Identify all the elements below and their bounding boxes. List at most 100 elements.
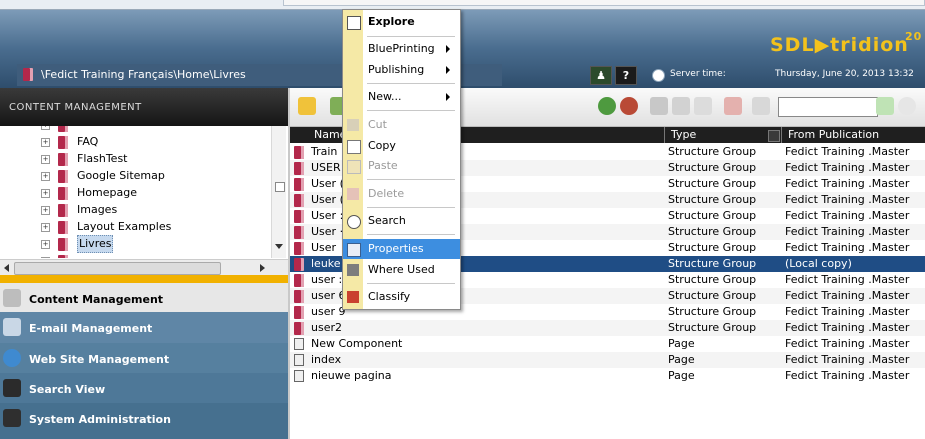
row-from: Fedict Training .Master [785, 369, 910, 382]
tree-node-label[interactable]: FAQ [77, 134, 98, 150]
section-title-bar: CONTENT MANAGEMENT [0, 88, 288, 126]
search-icon[interactable] [898, 97, 916, 115]
structure-group-icon [58, 221, 68, 234]
paste-icon[interactable] [694, 97, 712, 115]
menu-item-properties[interactable]: Properties [343, 239, 460, 259]
row-name: Train [311, 145, 338, 158]
row-from: Fedict Training .Master [785, 305, 910, 318]
delete-icon[interactable] [724, 97, 742, 115]
nav-email-management[interactable]: E-mail Management [0, 312, 288, 343]
tree-node-label[interactable]: Images [77, 202, 117, 218]
column-from-header[interactable]: From Publication [788, 128, 879, 141]
row-type: Structure Group [668, 289, 757, 302]
tree-node-label[interactable]: Google Sitemap [77, 168, 165, 184]
row-type: Structure Group [668, 177, 757, 190]
menu-label: Classify [368, 290, 411, 303]
tree-node-label[interactable]: FlashTest [77, 151, 128, 167]
row-type: Structure Group [668, 305, 757, 318]
new-folder-icon[interactable] [298, 97, 316, 115]
navigation-tree[interactable]: + + FAQ + FlashTest + Google Sitemap + H… [0, 126, 288, 258]
scroll-grip-icon[interactable] [275, 182, 285, 192]
structure-group-icon [58, 238, 68, 251]
menu-label: BluePrinting [368, 42, 435, 55]
section-title: CONTENT MANAGEMENT [9, 102, 142, 113]
scroll-down-icon[interactable] [275, 244, 283, 249]
page-icon [294, 354, 304, 366]
structure-group-icon [294, 306, 304, 319]
classify-icon [347, 291, 359, 303]
structure-group-icon [58, 153, 68, 166]
column-type-header[interactable]: Type [671, 128, 696, 141]
menu-label: Copy [368, 139, 396, 152]
tree-vertical-scrollbar[interactable] [271, 126, 286, 258]
row-type: Structure Group [668, 257, 757, 270]
row-type: Structure Group [668, 321, 757, 334]
menu-item-paste[interactable]: Paste [343, 156, 460, 176]
menu-item-explore[interactable]: Explore [343, 12, 460, 32]
expand-icon[interactable]: + [41, 189, 50, 198]
row-type: Structure Group [668, 225, 757, 238]
scroll-thumb[interactable] [14, 262, 221, 275]
menu-label: Where Used [368, 263, 435, 276]
column-filter-icon[interactable] [768, 130, 780, 142]
nav-label: E-mail Management [29, 322, 153, 335]
menu-item-search[interactable]: Search [343, 211, 460, 231]
expand-icon[interactable]: + [41, 223, 50, 232]
expand-icon[interactable]: + [41, 240, 50, 249]
copy-icon[interactable] [672, 97, 690, 115]
table-row[interactable]: nieuwe pagina Page Fedict Training .Master [290, 368, 925, 384]
row-name: User · [311, 225, 344, 238]
menu-label: Paste [368, 159, 398, 172]
logo-text: SDL▶tridion [770, 34, 909, 56]
unpublish-icon[interactable] [620, 97, 638, 115]
nav-search-view[interactable]: Search View [0, 373, 288, 403]
tree-horizontal-scrollbar[interactable] [0, 259, 288, 276]
tree-node-label[interactable]: Layout Examples [77, 219, 171, 235]
menu-item-cut[interactable]: Cut [343, 115, 460, 135]
structure-group-icon [294, 322, 304, 335]
expand-icon[interactable]: + [41, 138, 50, 147]
explore-icon [347, 16, 361, 30]
table-row[interactable]: user2 Structure Group Fedict Training .Mas… [290, 320, 925, 336]
envelope-icon [3, 318, 21, 336]
expand-icon[interactable]: + [41, 155, 50, 164]
nav-content-management[interactable]: Content Management [0, 283, 288, 312]
menu-item-publishing[interactable]: Publishing [343, 60, 460, 80]
menu-item-delete[interactable]: Delete [343, 184, 460, 204]
cut-icon[interactable] [650, 97, 668, 115]
panel-splitter[interactable] [0, 275, 288, 283]
tree-node-label[interactable]: Homepage [77, 185, 137, 201]
refresh-icon[interactable] [752, 97, 770, 115]
structure-group-icon [294, 258, 304, 271]
menu-item-blueprinting[interactable]: BluePrinting [343, 39, 460, 59]
tree-node-label[interactable]: Livres [77, 235, 114, 253]
menu-item-where-used[interactable]: Where Used [343, 260, 460, 280]
expand-icon[interactable]: + [41, 257, 50, 258]
browser-top-strip [0, 0, 925, 10]
menu-item-classify[interactable]: Classify [343, 287, 460, 307]
menu-item-new[interactable]: New... [343, 87, 460, 107]
scroll-left-icon[interactable] [4, 264, 9, 272]
nav-system-administration[interactable]: System Administration [0, 403, 288, 439]
computer-icon [3, 409, 21, 427]
table-row[interactable]: New Component Page Fedict Training .Master [290, 336, 925, 352]
cut-icon [347, 119, 359, 131]
structure-group-icon [58, 204, 68, 217]
expand-icon[interactable]: + [41, 126, 50, 130]
table-row[interactable]: index Page Fedict Training .Master [290, 352, 925, 368]
publish-icon[interactable] [598, 97, 616, 115]
row-from: Fedict Training .Master [785, 241, 910, 254]
structure-group-icon [58, 255, 68, 258]
help-button[interactable]: ? [615, 66, 637, 85]
submenu-arrow-icon [446, 45, 450, 53]
scroll-right-icon[interactable] [260, 264, 265, 272]
go-arrow-icon[interactable] [876, 97, 894, 115]
nav-label: System Administration [29, 413, 171, 426]
search-input[interactable] [778, 97, 878, 117]
publication-icon [23, 68, 33, 81]
nav-web-site-management[interactable]: Web Site Management [0, 343, 288, 373]
menu-item-copy[interactable]: Copy [343, 136, 460, 156]
user-settings-icon[interactable]: ♟ [590, 66, 612, 85]
expand-icon[interactable]: + [41, 206, 50, 215]
expand-icon[interactable]: + [41, 172, 50, 181]
